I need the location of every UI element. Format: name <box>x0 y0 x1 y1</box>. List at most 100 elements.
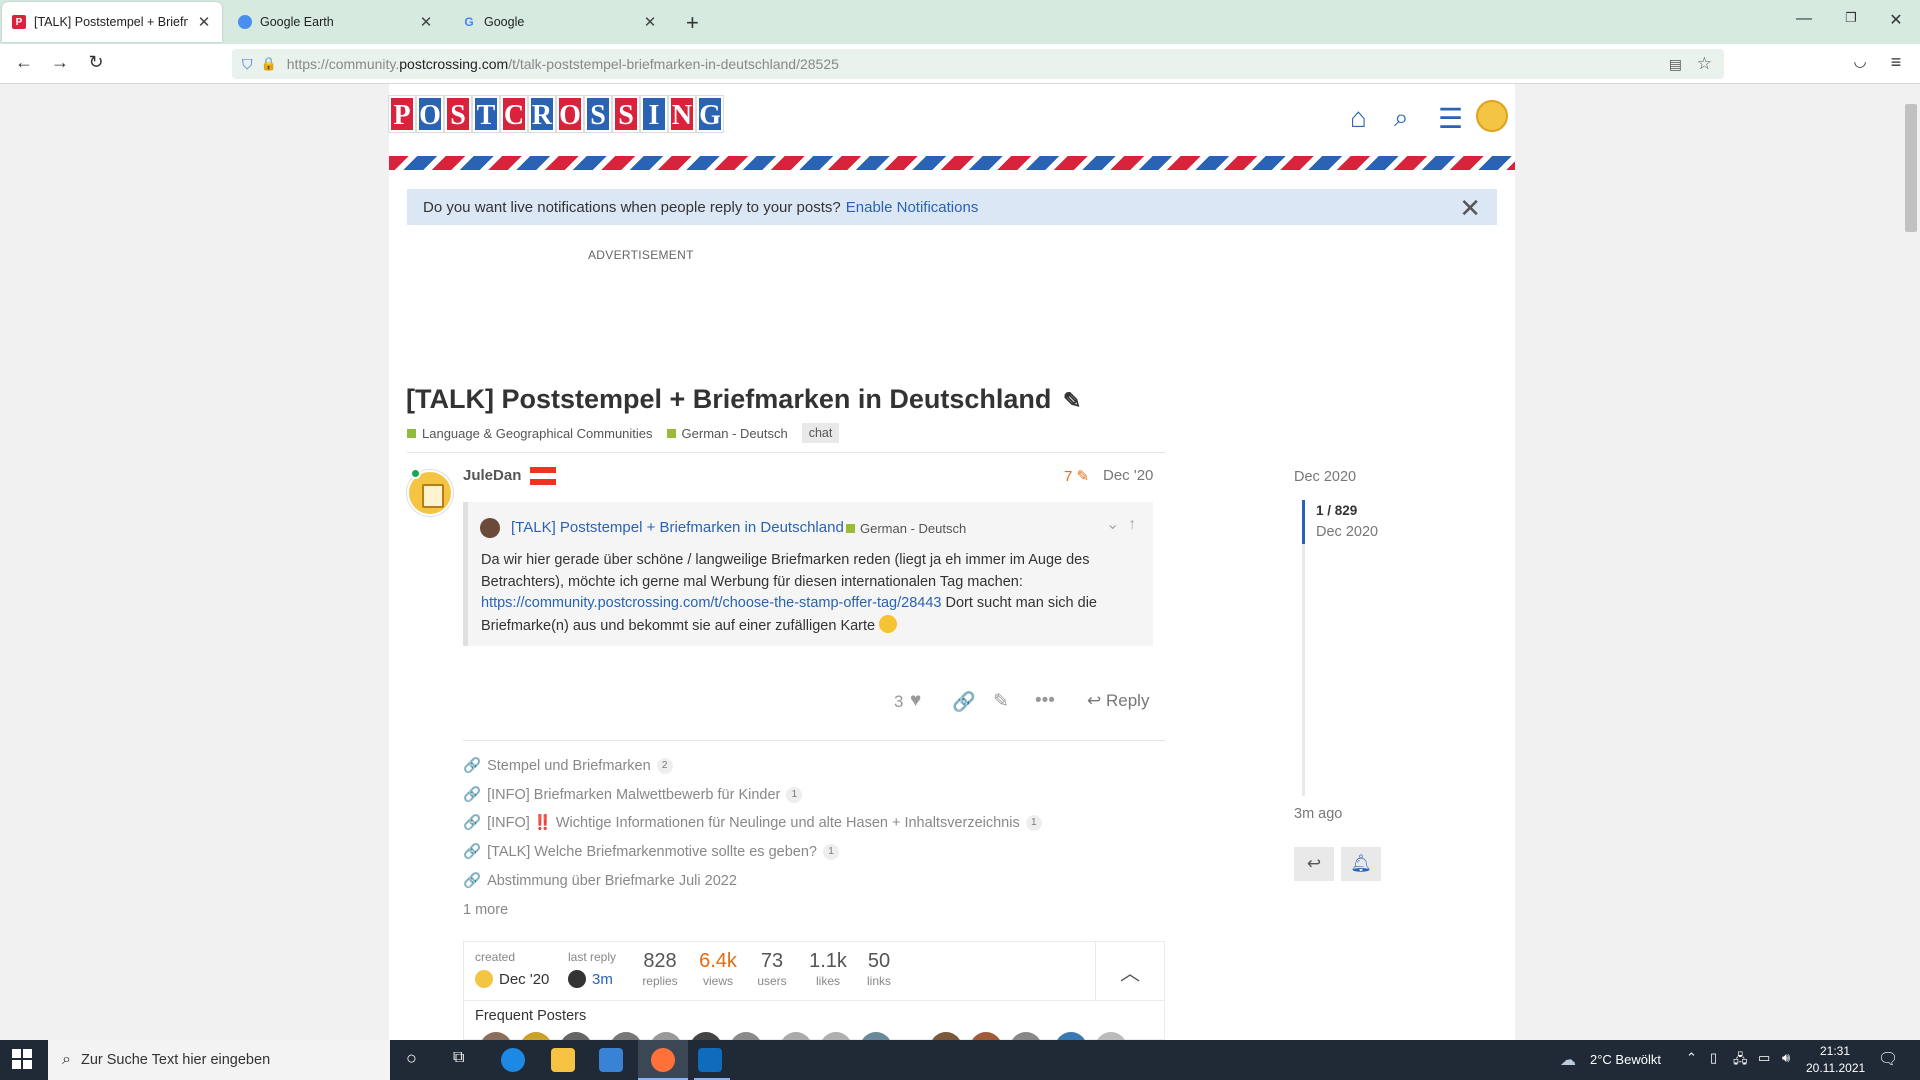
network-icon[interactable]: 🖧 <box>1733 1050 1748 1072</box>
tab-google-earth[interactable]: Google Earth ✕ <box>228 2 444 42</box>
linked-topic-title: [INFO] ‼️ Wichtige Informationen für Neu… <box>487 815 1020 831</box>
link-icon[interactable]: 🔗 <box>952 690 976 714</box>
links-label: links <box>866 974 891 988</box>
bookmark-star-icon[interactable]: ☆ <box>1697 54 1712 74</box>
last-reply-time[interactable]: 3m <box>592 971 613 988</box>
tab-postcrossing[interactable]: P [TALK] Poststempel + Briefmark ✕ <box>2 2 222 42</box>
url-bar[interactable]: ⛉ 🔒 https://community. postcrossing.com/t… <box>232 49 1724 79</box>
click-count: 1 <box>1025 814 1042 831</box>
home-icon[interactable]: ⌂ <box>1350 102 1367 134</box>
edit-icon[interactable]: ✎ <box>993 690 1009 713</box>
close-tab-icon[interactable]: ✕ <box>418 13 434 31</box>
chevron-up-icon[interactable]: ⌃ <box>1686 1050 1697 1066</box>
scrollbar-thumb[interactable] <box>1905 104 1917 232</box>
task-view-icon[interactable]: ⧉ <box>453 1049 464 1067</box>
pencil-icon[interactable]: ✎ <box>1063 388 1081 413</box>
linked-topic[interactable]: 🔗 [TALK] Welche Briefmarkenmotive sollte … <box>463 843 839 860</box>
tab-google[interactable]: G Google ✕ <box>452 2 668 42</box>
like-count[interactable]: 3 <box>894 692 903 712</box>
views-count: 6.4k <box>699 950 737 972</box>
volume-icon[interactable]: 🔊︎ <box>1782 1050 1790 1066</box>
file-explorer-icon[interactable] <box>551 1048 575 1072</box>
logo-letter: O <box>417 96 443 132</box>
pocket-icon[interactable]: ◡ <box>1848 52 1872 70</box>
topic-title[interactable]: [TALK] Poststempel + Briefmarken in Deut… <box>406 384 1081 415</box>
windows-start-icon[interactable] <box>12 1049 32 1069</box>
more-links-button[interactable]: 1 more <box>463 902 508 918</box>
linked-topic[interactable]: 🔗 [INFO] Briefmarken Malwettbewerb für Ki… <box>463 786 803 803</box>
user-avatar[interactable] <box>1476 100 1508 132</box>
restore-icon[interactable]: ❐ <box>1841 10 1861 26</box>
taskbar-search[interactable]: ⌕ Zur Suche Text hier eingeben <box>48 1040 390 1080</box>
firefox-taskbar-button[interactable] <box>638 1040 688 1080</box>
quote-text: Dort sucht man sich die <box>941 595 1097 611</box>
outlook-icon[interactable] <box>698 1048 722 1072</box>
timeline-reply-button[interactable]: ↩ <box>1294 847 1334 881</box>
browser-nav-bar: ← → ↻ ⛉ 🔒 https://community. postcrossing… <box>0 44 1920 84</box>
close-tab-icon[interactable]: ✕ <box>196 13 212 31</box>
linked-topic[interactable]: 🔗 Stempel und Briefmarken 2 <box>463 757 673 774</box>
edit-history-button[interactable]: 7 ✎ <box>1064 467 1089 485</box>
close-icon[interactable]: ✕ <box>1459 193 1481 224</box>
search-placeholder: Zur Suche Text hier eingeben <box>80 1052 271 1068</box>
forward-icon[interactable]: → <box>48 52 72 73</box>
airmail-stripe <box>389 156 1515 170</box>
created-date[interactable]: Dec '20 <box>499 971 549 988</box>
divider <box>463 740 1165 741</box>
quote-text: Betrachters), möchte ich gerne mal Werbu… <box>481 573 1023 590</box>
store-icon[interactable] <box>599 1048 623 1072</box>
subcategory-badge[interactable]: German - Deutsch <box>666 426 788 441</box>
linked-topic-title: Abstimmung über Briefmarke Juli 2022 <box>487 872 737 889</box>
arrow-up-icon[interactable]: ↑ <box>1128 516 1136 533</box>
timeline-handle[interactable] <box>1302 500 1305 544</box>
clock-date[interactable]: 20.11.2021 <box>1806 1061 1865 1075</box>
windows-taskbar: ⌕ Zur Suche Text hier eingeben ○ ⧉ ☁ 2°C … <box>0 1040 1920 1080</box>
austria-flag-icon <box>530 467 556 485</box>
post-username[interactable]: JuleDan <box>463 467 521 484</box>
quote-link[interactable]: https://community.postcrossing.com/t/cho… <box>481 595 941 611</box>
timeline-start-date[interactable]: Dec 2020 <box>1294 469 1356 485</box>
new-tab-button[interactable]: + <box>686 10 699 36</box>
close-tab-icon[interactable]: ✕ <box>642 13 658 31</box>
cortana-icon[interactable]: ○ <box>406 1048 417 1069</box>
back-icon[interactable]: ← <box>12 52 36 73</box>
edge-icon[interactable] <box>501 1048 525 1072</box>
reader-view-icon[interactable]: ▤ <box>1669 56 1682 73</box>
browser-tab-bar: P [TALK] Poststempel + Briefmark ✕ Googl… <box>0 0 1920 44</box>
link-icon: 🔗 <box>463 787 482 803</box>
creator-avatar <box>475 970 493 988</box>
collapse-topic-map-button[interactable]: ︿ <box>1095 941 1165 1001</box>
shield-icon[interactable]: ⛉ <box>242 56 253 73</box>
tag-chat[interactable]: chat <box>801 423 840 443</box>
more-icon[interactable]: ••• <box>1035 690 1055 712</box>
reply-button[interactable]: ↩ Reply <box>1087 691 1149 711</box>
chevron-down-icon[interactable]: ⌄ <box>1106 516 1119 533</box>
weather-text[interactable]: 2°C Bewölkt <box>1590 1052 1661 1067</box>
linked-topic[interactable]: 🔗 [INFO] ‼️ Wichtige Informationen für Ne… <box>463 814 1042 831</box>
edit-count: 7 <box>1064 468 1073 485</box>
post-date[interactable]: Dec '20 <box>1103 467 1153 484</box>
search-icon[interactable]: ⌕ <box>1394 102 1409 134</box>
battery-icon[interactable]: ▯ <box>1710 1050 1717 1066</box>
lock-icon[interactable]: 🔒 <box>261 56 277 72</box>
notification-center-icon[interactable]: 🗨 <box>1878 1049 1898 1069</box>
enable-notifications-link[interactable]: Enable Notifications <box>846 199 979 216</box>
quote-category[interactable]: German - Deutsch <box>846 521 966 536</box>
hamburger-menu-icon[interactable]: ☰ <box>1438 102 1463 135</box>
reload-icon[interactable]: ↻ <box>84 52 108 73</box>
category-badge[interactable]: Language & Geographical Communities <box>407 426 653 441</box>
linked-topic[interactable]: 🔗 Abstimmung über Briefmarke Juli 2022 <box>463 872 737 890</box>
minimize-icon[interactable]: — <box>1794 10 1814 28</box>
timeline-scrollarea[interactable] <box>1302 500 1305 796</box>
views-label: views <box>702 974 733 988</box>
heart-icon[interactable]: ♥ <box>910 690 921 712</box>
quote-category-label: German - Deutsch <box>860 521 967 536</box>
notification-bell-button[interactable]: 🔔︎ <box>1341 847 1381 881</box>
clock-time[interactable]: 21:31 <box>1820 1044 1850 1058</box>
menu-icon[interactable]: ≡ <box>1884 52 1908 73</box>
timeline-end-date[interactable]: 3m ago <box>1294 806 1342 822</box>
window-close-icon[interactable]: ✕ <box>1886 10 1906 30</box>
quote-title-link[interactable]: [TALK] Poststempel + Briefmarken in Deut… <box>511 519 844 536</box>
display-icon[interactable]: ▭ <box>1758 1050 1770 1066</box>
postcrossing-logo[interactable]: POSTCROSSING <box>389 96 723 132</box>
